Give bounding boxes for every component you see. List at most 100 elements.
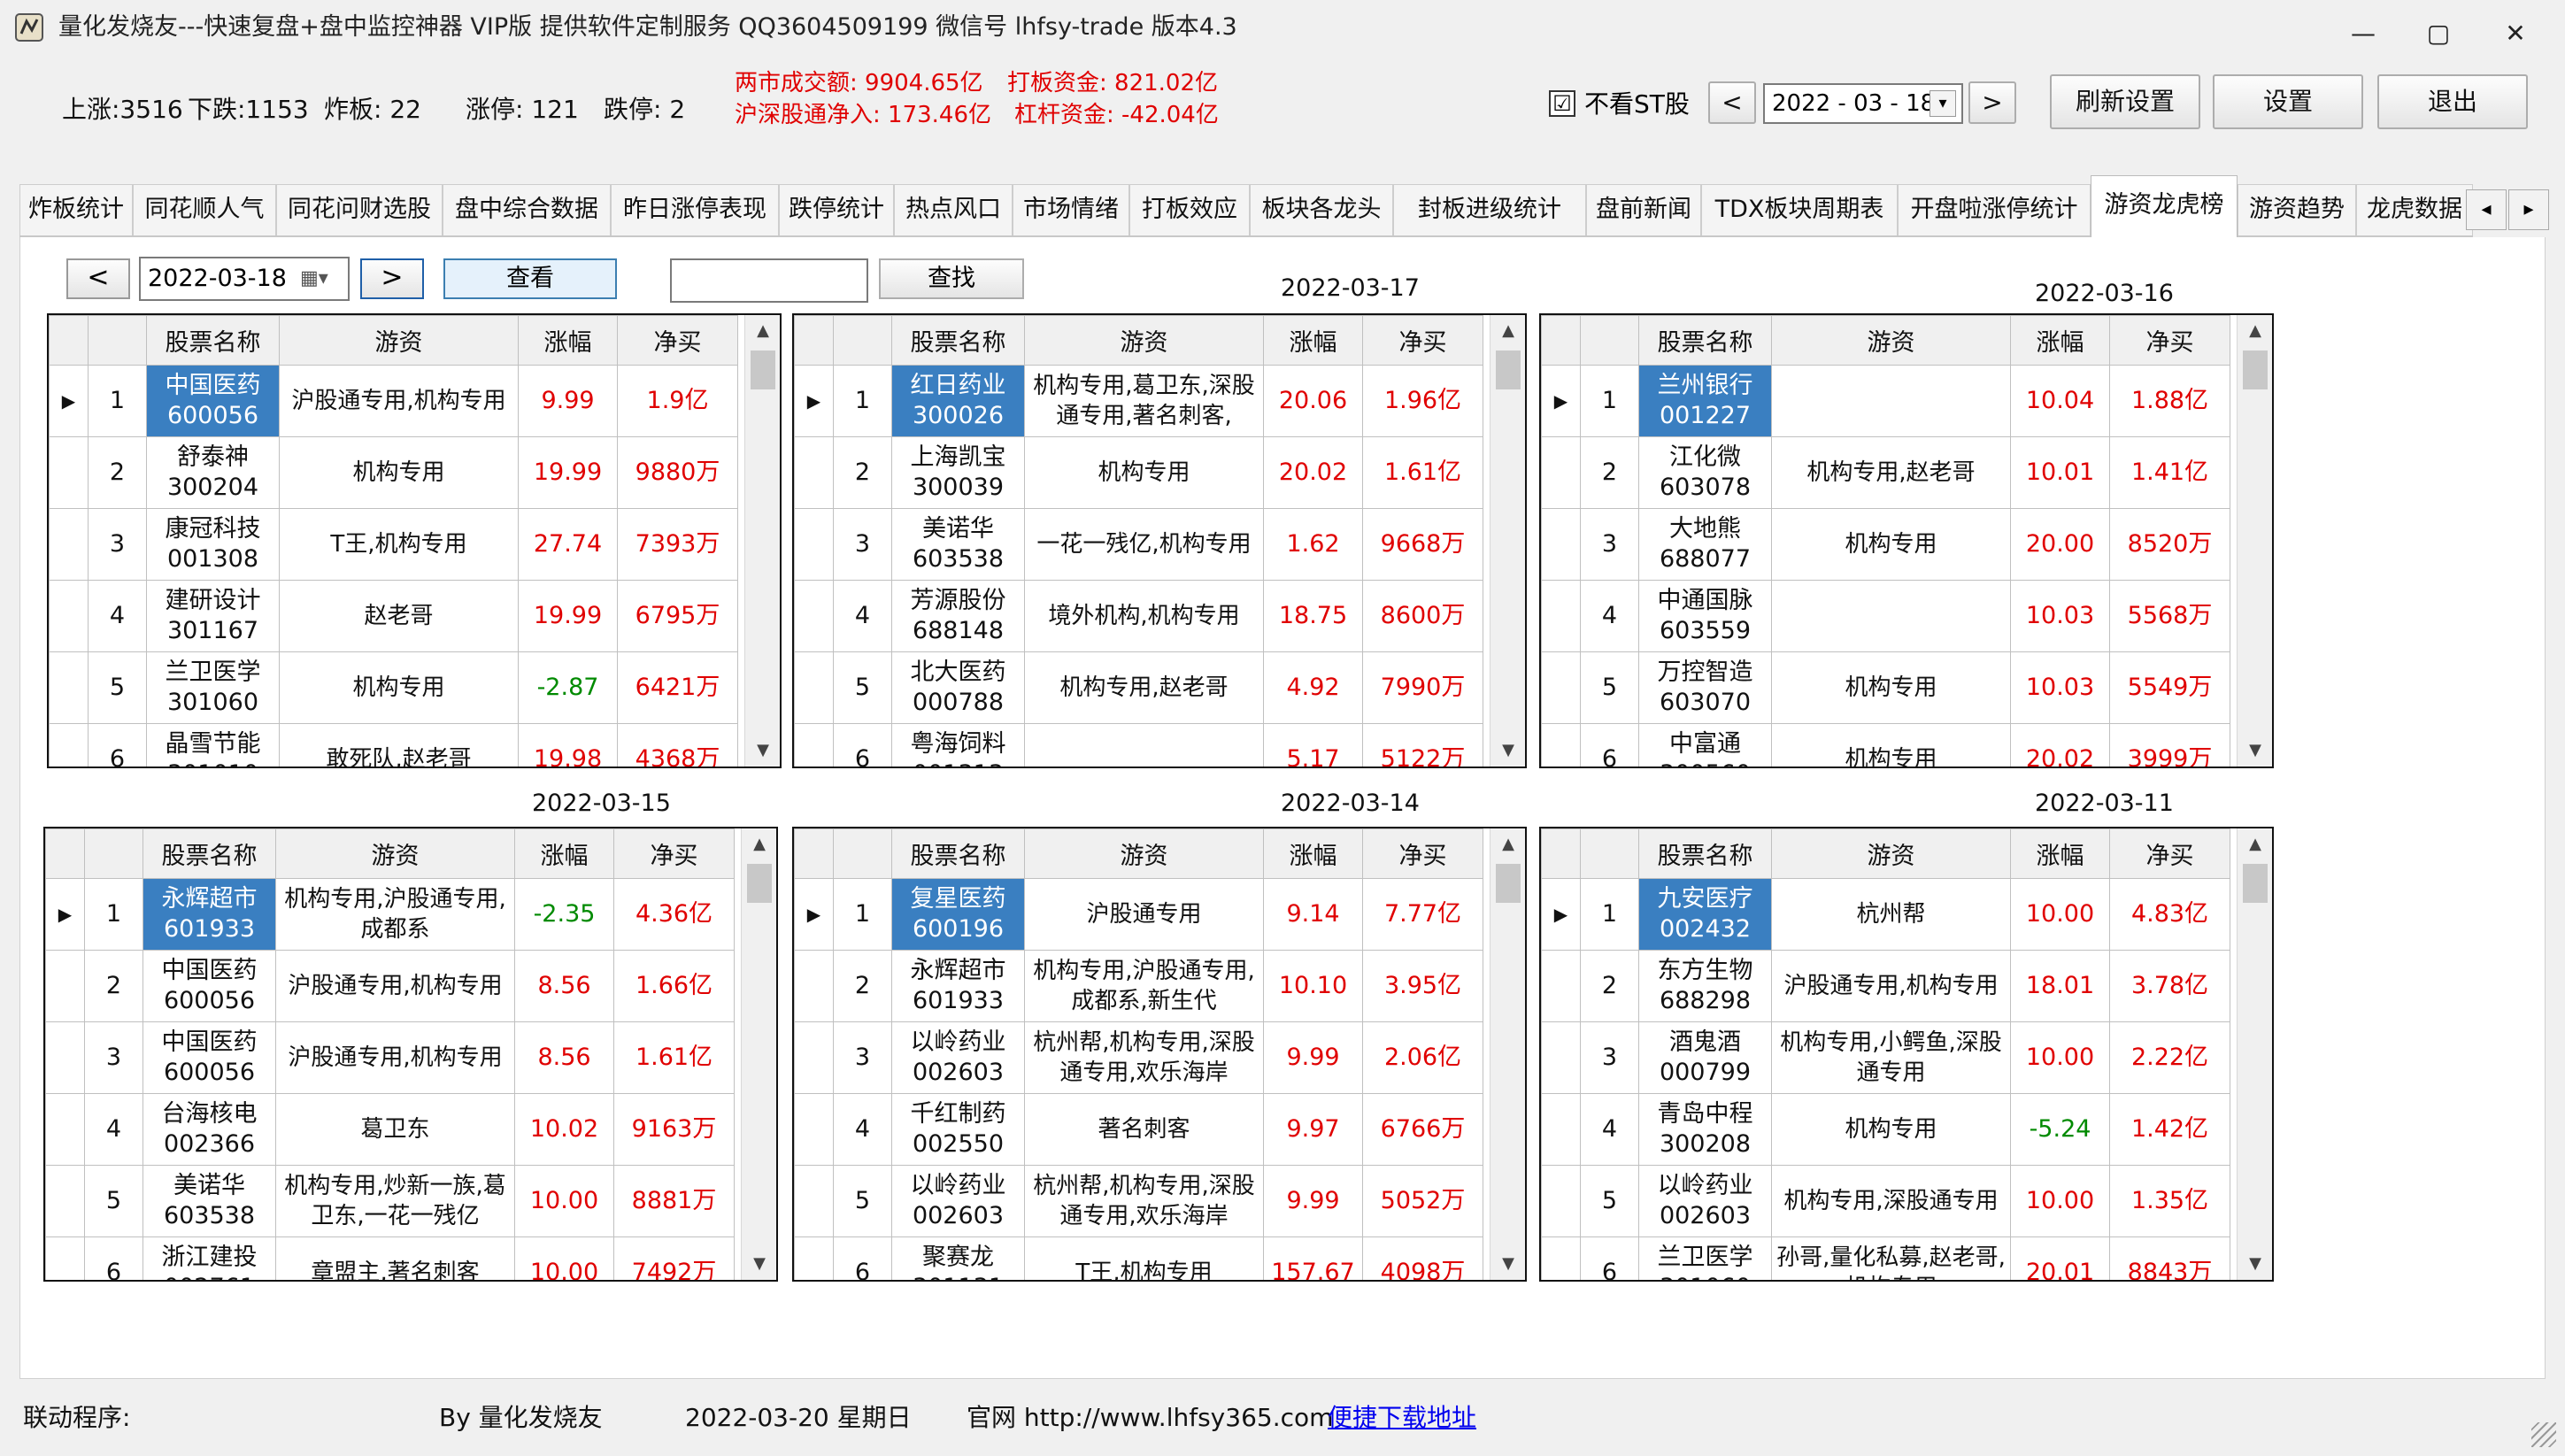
table-row[interactable]: 2 江化微 603078 机构专用,赵老哥 10.01 1.41亿 bbox=[1541, 436, 2230, 509]
hot-money-cell[interactable]: 沪股通专用,机构专用 bbox=[275, 950, 515, 1022]
table-row[interactable]: 2 上海凯宝 300039 机构专用 20.02 1.61亿 bbox=[794, 436, 1483, 509]
stock-name-cell[interactable]: 建研设计 301167 bbox=[146, 580, 280, 652]
hot-money-cell[interactable]: 沪股通专用 bbox=[1024, 878, 1264, 951]
net-buy-cell[interactable]: 1.61亿 bbox=[613, 1021, 735, 1094]
net-buy-cell[interactable]: 1.61亿 bbox=[1362, 436, 1483, 509]
stock-name-cell[interactable]: 东方生物 688298 bbox=[1638, 950, 1772, 1022]
next-date-button[interactable]: > bbox=[1968, 81, 2016, 124]
minimize-button[interactable]: — bbox=[2345, 16, 2381, 51]
header-stock-name[interactable]: 股票名称 bbox=[891, 315, 1025, 366]
header-hot-money[interactable]: 游资 bbox=[275, 828, 515, 879]
hot-money-cell[interactable] bbox=[1771, 365, 2011, 437]
hot-money-cell[interactable]: 机构专用 bbox=[1771, 651, 2011, 724]
tab-board-progression[interactable]: 封板进级统计 bbox=[1393, 184, 1586, 235]
vertical-scrollbar[interactable]: ▲ ▼ bbox=[744, 315, 780, 767]
dragon-tiger-grid[interactable]: 股票名称 游资 涨幅 净买 ▶ 1 永辉超市 601933 机构专用,沪股通专用,成都系 -2.3… bbox=[43, 827, 778, 1282]
tab-ths-popularity[interactable]: 同花顺人气 bbox=[133, 184, 276, 235]
scroll-up-icon[interactable]: ▲ bbox=[2238, 828, 2272, 860]
header-stock-name[interactable]: 股票名称 bbox=[1638, 315, 1772, 366]
scroll-thumb[interactable] bbox=[1496, 351, 1521, 389]
net-buy-cell[interactable]: 6766万 bbox=[1362, 1093, 1483, 1166]
scroll-up-icon[interactable]: ▲ bbox=[1490, 828, 1525, 860]
scroll-thumb[interactable] bbox=[751, 351, 775, 389]
net-buy-cell[interactable]: 7492万 bbox=[613, 1236, 735, 1280]
stock-name-cell[interactable]: 千红制药 002550 bbox=[891, 1093, 1025, 1166]
net-buy-cell[interactable]: 2.22亿 bbox=[2109, 1021, 2230, 1094]
change-cell[interactable]: 9.14 bbox=[1263, 878, 1363, 951]
stock-name-cell[interactable]: 美诺华 603538 bbox=[142, 1165, 276, 1237]
scroll-down-icon[interactable]: ▼ bbox=[1490, 735, 1525, 767]
stock-name-cell[interactable]: 舒泰神 300204 bbox=[146, 436, 280, 509]
table-row[interactable]: 5 北大医药 000788 机构专用,赵老哥 4.92 7990万 bbox=[794, 651, 1483, 724]
header-stock-name[interactable]: 股票名称 bbox=[142, 828, 276, 879]
header-change[interactable]: 涨幅 bbox=[2010, 315, 2110, 366]
hot-money-cell[interactable]: 境外机构,机构专用 bbox=[1024, 580, 1264, 652]
header-net-buy[interactable]: 净买 bbox=[1362, 315, 1483, 366]
scroll-down-icon[interactable]: ▼ bbox=[745, 735, 780, 767]
table-row[interactable]: 4 芳源股份 688148 境外机构,机构专用 18.75 8600万 bbox=[794, 580, 1483, 652]
net-buy-cell[interactable]: 4368万 bbox=[617, 723, 738, 767]
stock-name-cell[interactable]: 万控智造 603070 bbox=[1638, 651, 1772, 724]
change-cell[interactable]: 20.02 bbox=[1263, 436, 1363, 509]
net-buy-cell[interactable]: 4.36亿 bbox=[613, 878, 735, 951]
stock-name-cell[interactable]: 中富通300560 bbox=[1638, 723, 1772, 767]
stock-name-cell[interactable]: 芳源股份 688148 bbox=[891, 580, 1025, 652]
change-cell[interactable]: 20.01 bbox=[2010, 1236, 2110, 1280]
header-stock-name[interactable]: 股票名称 bbox=[891, 828, 1025, 879]
table-row[interactable]: 6晶雪节能301010敢死队,赵老哥19.984368万 bbox=[49, 723, 738, 767]
header-indicator[interactable] bbox=[1541, 315, 1581, 366]
stock-name-cell[interactable]: 上海凯宝 300039 bbox=[891, 436, 1025, 509]
change-cell[interactable]: 10.00 bbox=[514, 1165, 614, 1237]
net-buy-cell[interactable]: 3.95亿 bbox=[1362, 950, 1483, 1022]
table-row[interactable]: 3 大地熊 688077 机构专用 20.00 8520万 bbox=[1541, 508, 2230, 581]
scroll-down-icon[interactable]: ▼ bbox=[2238, 735, 2272, 767]
table-row[interactable]: 5 美诺华 603538 机构专用,炒新一族,葛卫东,一花一残亿 10.00 8881万 bbox=[45, 1165, 735, 1237]
hot-money-cell[interactable]: 机构专用,沪股通专用,成都系,新生代 bbox=[1024, 950, 1264, 1022]
net-buy-cell[interactable]: 1.96亿 bbox=[1362, 365, 1483, 437]
scroll-thumb[interactable] bbox=[747, 864, 772, 903]
table-row[interactable]: 5 以岭药业 002603 机构专用,深股通专用 10.00 1.35亿 bbox=[1541, 1165, 2230, 1237]
net-buy-cell[interactable]: 7.77亿 bbox=[1362, 878, 1483, 951]
change-cell[interactable]: 9.99 bbox=[1263, 1165, 1363, 1237]
stock-name-cell[interactable]: 大地熊 688077 bbox=[1638, 508, 1772, 581]
change-cell[interactable]: 8.56 bbox=[514, 1021, 614, 1094]
tab-scroll-right-button[interactable]: ▸ bbox=[2508, 189, 2549, 230]
stock-name-cell[interactable]: 以岭药业 002603 bbox=[891, 1165, 1025, 1237]
hot-money-cell[interactable]: 沪股通专用,机构专用 bbox=[1771, 950, 2011, 1022]
dragon-tiger-grid[interactable]: 股票名称 游资 涨幅 净买 ▶ 1 复星医药 600196 沪股通专用 9.14 7.77亿 2 永辉超… bbox=[792, 827, 1527, 1282]
change-cell[interactable]: 27.74 bbox=[518, 508, 618, 581]
table-row[interactable]: 3 酒鬼酒 000799 机构专用,小鳄鱼,深股通专用 10.00 2.22亿 bbox=[1541, 1021, 2230, 1094]
vertical-scrollbar[interactable]: ▲ ▼ bbox=[1490, 315, 1525, 767]
table-row[interactable]: ▶ 1 中国医药 600056 沪股通专用,机构专用 9.99 1.9亿 bbox=[49, 365, 738, 437]
change-cell[interactable]: 10.03 bbox=[2010, 651, 2110, 724]
tab-board-effect[interactable]: 打板效应 bbox=[1129, 184, 1250, 235]
table-row[interactable]: 2 东方生物 688298 沪股通专用,机构专用 18.01 3.78亿 bbox=[1541, 950, 2230, 1022]
table-row[interactable]: 5 以岭药业 002603 杭州帮,机构专用,深股通专用,欢乐海岸 9.99 5052万 bbox=[794, 1165, 1483, 1237]
header-indicator[interactable] bbox=[1541, 828, 1581, 879]
hot-money-cell[interactable]: 机构专用 bbox=[1024, 436, 1264, 509]
net-buy-cell[interactable]: 6795万 bbox=[617, 580, 738, 652]
hot-money-cell[interactable]: 一花一残亿,机构专用 bbox=[1024, 508, 1264, 581]
net-buy-cell[interactable]: 7990万 bbox=[1362, 651, 1483, 724]
dragon-tiger-grid[interactable]: 股票名称 游资 涨幅 净买 ▶ 1 兰州银行 001227 10.04 1.88亿 2 江化微 6030… bbox=[1539, 313, 2274, 768]
hot-money-cell[interactable]: 沪股通专用,机构专用 bbox=[279, 365, 519, 437]
change-cell[interactable]: 10.10 bbox=[1263, 950, 1363, 1022]
no-st-checkbox[interactable]: ☑ bbox=[1549, 90, 1575, 117]
header-hot-money[interactable]: 游资 bbox=[1024, 828, 1264, 879]
hot-money-cell[interactable]: 著名刺客 bbox=[1024, 1093, 1264, 1166]
change-cell[interactable]: 10.00 bbox=[2010, 1021, 2110, 1094]
header-net-buy[interactable]: 净买 bbox=[617, 315, 738, 366]
table-row[interactable]: 6 兰卫医学 301060孙哥,量化私募,赵老哥,机构专用20.018843万 bbox=[1541, 1236, 2230, 1280]
tab-market-sentiment[interactable]: 市场情绪 bbox=[1013, 184, 1129, 235]
table-row[interactable]: 3 以岭药业 002603 杭州帮,机构专用,深股通专用,欢乐海岸 9.99 2.06亿 bbox=[794, 1021, 1483, 1094]
table-row[interactable]: ▶ 1 红日药业 300026 机构专用,葛卫东,深股通专用,著名刺客, 20.06 1.9… bbox=[794, 365, 1483, 437]
scroll-down-icon[interactable]: ▼ bbox=[742, 1248, 776, 1280]
table-row[interactable]: 3 康冠科技 001308 T王,机构专用 27.74 7393万 bbox=[49, 508, 738, 581]
header-change[interactable]: 涨幅 bbox=[518, 315, 618, 366]
change-cell[interactable]: 19.99 bbox=[518, 580, 618, 652]
stock-name-cell[interactable]: 中国医药 600056 bbox=[142, 1021, 276, 1094]
hot-money-cell[interactable]: T王,机构专用 bbox=[1024, 1236, 1264, 1280]
header-indicator[interactable] bbox=[794, 828, 834, 879]
header-row-number[interactable] bbox=[1580, 315, 1639, 366]
table-row[interactable]: 2 中国医药 600056 沪股通专用,机构专用 8.56 1.66亿 bbox=[45, 950, 735, 1022]
